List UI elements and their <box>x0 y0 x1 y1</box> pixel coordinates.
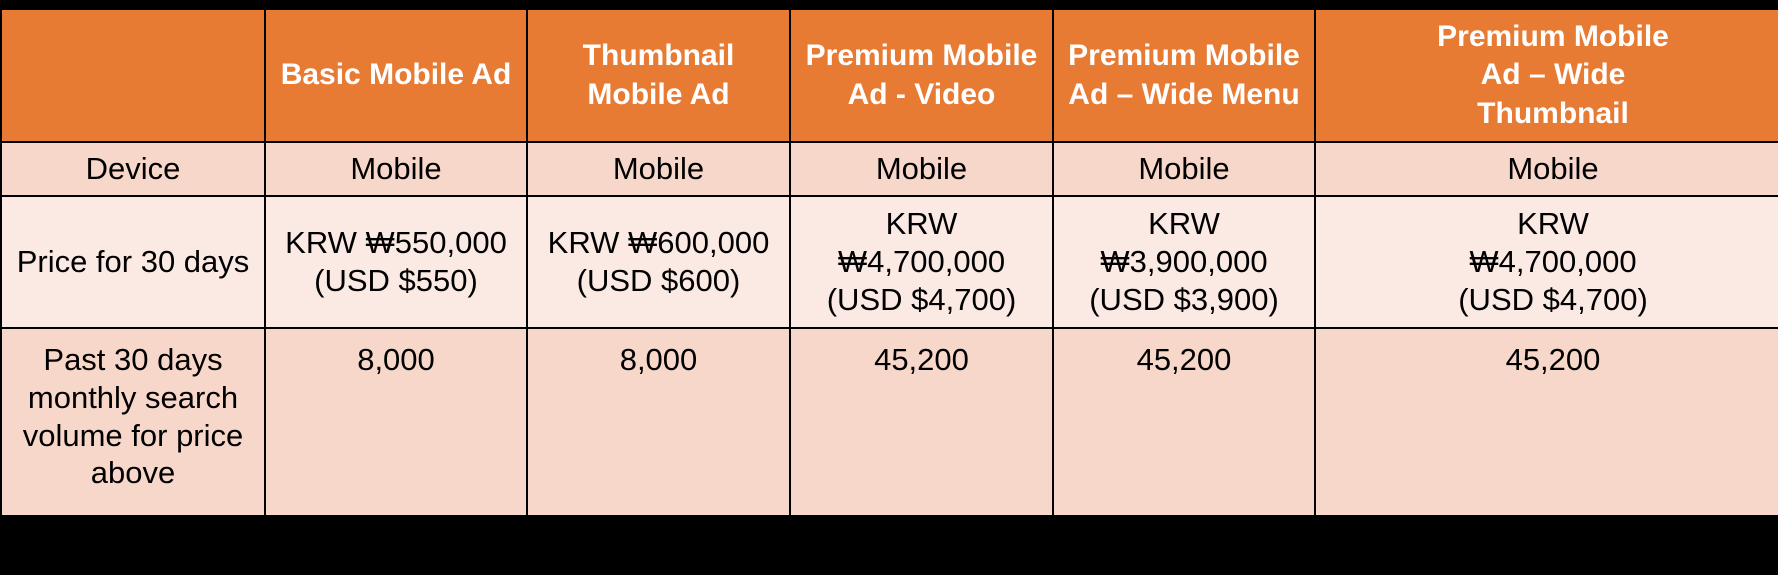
price-currency-line: KRW <box>885 206 958 242</box>
header-line: Premium Mobile <box>805 39 1038 73</box>
price-usd-line: (USD $600) <box>576 263 741 298</box>
table-row-search-volume: Past 30 days monthly search volume for p… <box>2 329 1778 515</box>
header-line: Ad – Wide Menu <box>1068 77 1300 111</box>
ad-pricing-table: Basic Mobile Ad Thumbnail Mobile Ad Prem… <box>0 8 1778 517</box>
cell-volume-thumbnail-mobile-ad: 8,000 <box>528 329 789 515</box>
header-cell-basic-mobile-ad: Basic Mobile Ad <box>266 10 526 141</box>
cell-device-thumbnail-mobile-ad: Mobile <box>528 143 789 195</box>
cell-price-premium-mobile-ad-video: KRW ₩4,700,000 (USD $4,700) <box>791 197 1052 327</box>
header-line: Premium Mobile <box>1068 39 1300 73</box>
header-line: Ad – Wide <box>1480 58 1626 92</box>
price-usd-line: (USD $4,700) <box>1458 281 1648 317</box>
row-label-line: volume for price <box>22 417 244 453</box>
price-currency-line: KRW <box>1517 206 1589 242</box>
cell-price-premium-mobile-ad-wide-thumbnail: KRW ₩4,700,000 (USD $4,700) <box>1316 197 1778 327</box>
table-row-price: Price for 30 days KRW ₩550,000 (USD $550… <box>2 197 1778 327</box>
price-krw-line: ₩4,700,000 <box>837 244 1006 280</box>
table-row-device: Device Mobile Mobile Mobile Mobile Mobil… <box>2 143 1778 195</box>
header-cell-premium-mobile-ad-wide-menu: Premium Mobile Ad – Wide Menu <box>1054 10 1314 141</box>
cell-price-premium-mobile-ad-wide-menu: KRW ₩3,900,000 (USD $3,900) <box>1054 197 1314 327</box>
header-line: Thumbnail <box>1477 96 1629 130</box>
cell-price-thumbnail-mobile-ad: KRW ₩600,000 (USD $600) <box>528 197 789 327</box>
row-label-line: monthly search <box>27 379 239 415</box>
price-krw-line: KRW ₩600,000 <box>547 225 770 261</box>
cell-device-premium-mobile-ad-video: Mobile <box>791 143 1052 195</box>
header-line: Premium Mobile <box>1437 20 1669 54</box>
cell-price-basic-mobile-ad: KRW ₩550,000 (USD $550) <box>266 197 526 327</box>
header-line: Thumbnail <box>582 39 735 73</box>
row-label-line: Past 30 days <box>43 342 223 377</box>
price-usd-line: (USD $3,900) <box>1089 281 1279 317</box>
cell-device-basic-mobile-ad: Mobile <box>266 143 526 195</box>
header-line: Ad - Video <box>847 77 996 111</box>
slide-canvas: Basic Mobile Ad Thumbnail Mobile Ad Prem… <box>0 0 1778 575</box>
row-label-line: above <box>90 455 176 491</box>
price-usd-line: (USD $4,700) <box>826 281 1017 317</box>
header-line: Mobile Ad <box>587 77 730 111</box>
row-label-price: Price for 30 days <box>2 197 264 327</box>
header-cell-corner <box>2 10 264 141</box>
price-krw-line: ₩3,900,000 <box>1100 244 1268 280</box>
header-cell-premium-mobile-ad-wide-thumbnail: Premium Mobile Ad – Wide Thumbnail <box>1316 10 1778 141</box>
price-usd-line: (USD $550) <box>314 263 478 298</box>
cell-device-premium-mobile-ad-wide-menu: Mobile <box>1054 143 1314 195</box>
price-krw-line: ₩4,700,000 <box>1469 244 1637 280</box>
header-line: Basic Mobile Ad <box>280 58 512 92</box>
price-krw-line: KRW ₩550,000 <box>285 225 507 261</box>
pricing-table-container: Basic Mobile Ad Thumbnail Mobile Ad Prem… <box>0 8 1778 517</box>
header-cell-premium-mobile-ad-video: Premium Mobile Ad - Video <box>791 10 1052 141</box>
header-cell-thumbnail-mobile-ad: Thumbnail Mobile Ad <box>528 10 789 141</box>
cell-device-premium-mobile-ad-wide-thumbnail: Mobile <box>1316 143 1778 195</box>
table-header-row: Basic Mobile Ad Thumbnail Mobile Ad Prem… <box>2 10 1778 141</box>
cell-volume-premium-mobile-ad-wide-menu: 45,200 <box>1054 329 1314 515</box>
cell-volume-premium-mobile-ad-wide-thumbnail: 45,200 <box>1316 329 1778 515</box>
cell-volume-basic-mobile-ad: 8,000 <box>266 329 526 515</box>
price-currency-line: KRW <box>1148 206 1220 242</box>
row-label-search-volume: Past 30 days monthly search volume for p… <box>2 329 264 515</box>
cell-volume-premium-mobile-ad-video: 45,200 <box>791 329 1052 515</box>
row-label-device: Device <box>2 143 264 195</box>
